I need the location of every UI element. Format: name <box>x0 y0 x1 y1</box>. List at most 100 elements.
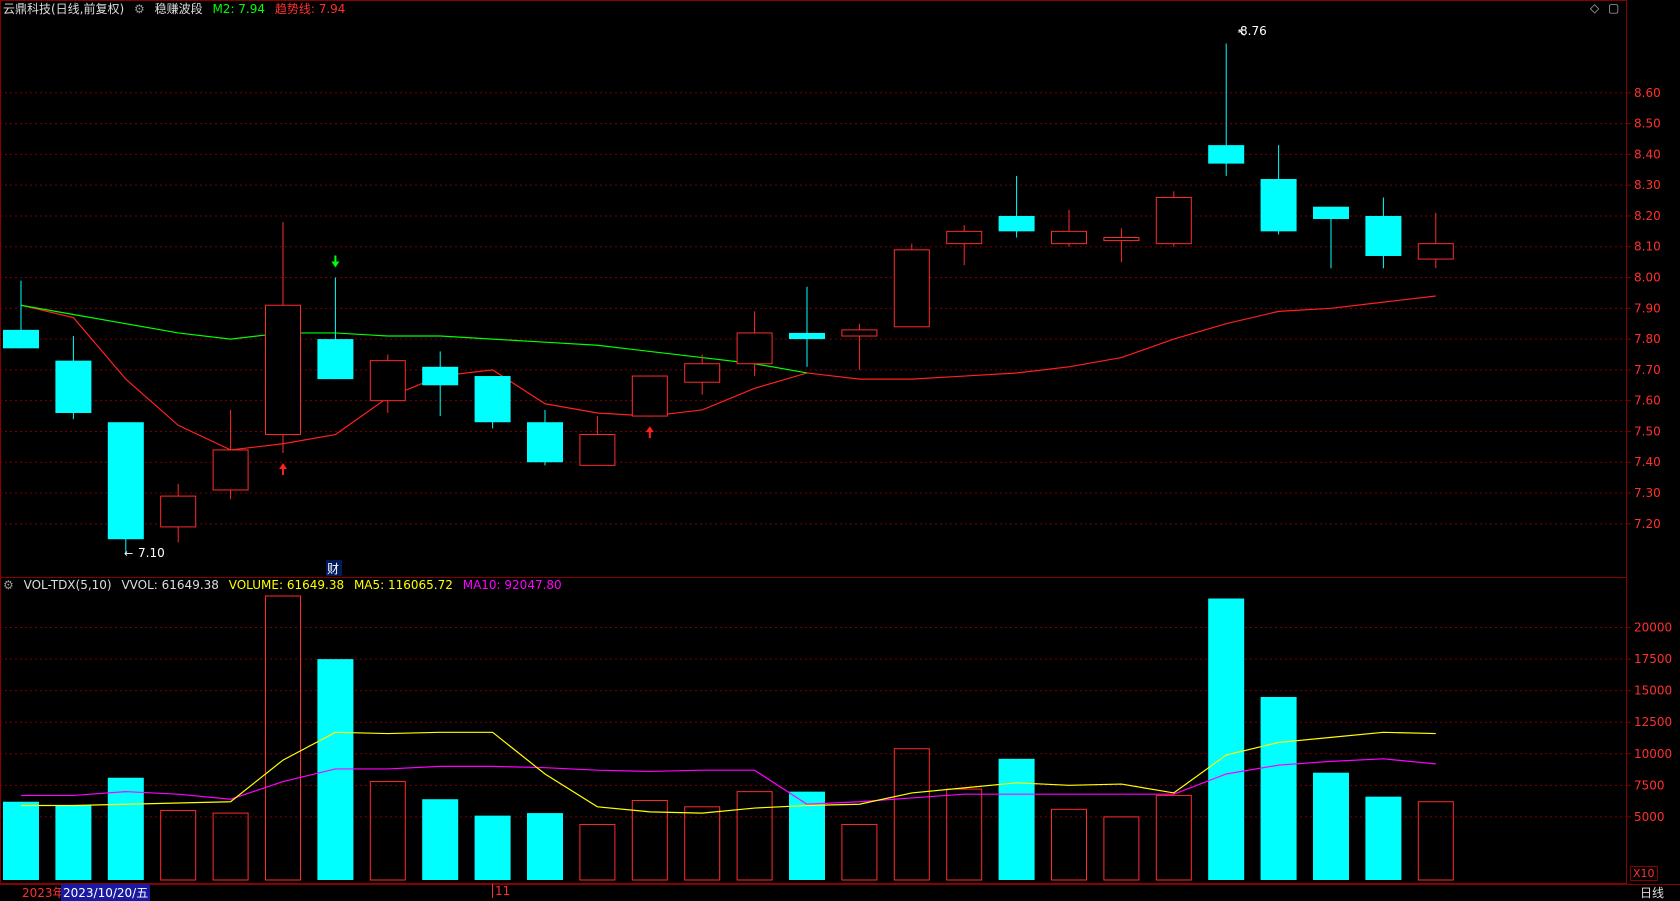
volume-bar <box>160 810 197 881</box>
finance-mark[interactable]: 财 <box>327 562 339 576</box>
trend-line <box>20 295 1436 451</box>
volume-bar <box>317 659 354 880</box>
chart-header: 云鼎科技(日线,前复权) ⚙ 稳赚波段 M2: 7.94 趋势线: 7.94 <box>3 1 351 17</box>
candle-body <box>1260 179 1297 232</box>
volume-indicator-name[interactable]: VOL-TDX(5,10) <box>24 578 112 592</box>
volume-bar <box>1051 808 1087 881</box>
period-label[interactable]: 日线 <box>1640 884 1664 901</box>
candle-body <box>107 422 144 540</box>
candle-body <box>1155 196 1192 245</box>
candle-body <box>474 376 511 423</box>
candle-body <box>684 363 721 383</box>
candle-body <box>736 332 773 365</box>
window-toggle-icon[interactable]: ▢ <box>1608 1 1619 15</box>
volume-bar <box>1365 796 1402 880</box>
price-tick-label: 8.20 <box>1634 209 1661 223</box>
indicator-lines <box>20 295 1436 451</box>
cursor-date: 2023/10/20/五 <box>61 884 151 901</box>
price-tick-label: 8.50 <box>1634 117 1661 131</box>
price-tick-label: 8.10 <box>1634 240 1661 254</box>
indicator-name[interactable]: 稳赚波段 <box>155 2 203 16</box>
candle-body <box>317 339 354 380</box>
price-tick-label: 7.90 <box>1634 301 1661 315</box>
gear-icon[interactable]: ⚙ <box>3 578 14 592</box>
ma5-value: MA5: 116065.72 <box>353 578 453 592</box>
volume-tick-label: 12500 <box>1634 715 1672 729</box>
price-tick-label: 7.40 <box>1634 455 1661 469</box>
candle-body <box>3 329 39 349</box>
candle-body <box>841 329 878 337</box>
volume-bar <box>212 812 249 881</box>
price-tick-label: 8.60 <box>1634 86 1661 100</box>
volume-bar <box>736 791 773 881</box>
vvol-value: VVOL: 61649.38 <box>121 578 219 592</box>
gear-icon[interactable]: ⚙ <box>134 2 145 16</box>
candle-body <box>422 366 459 386</box>
volume-tick-label: 5000 <box>1634 810 1665 824</box>
volume-bar <box>55 805 92 880</box>
volume-bar <box>1208 598 1245 880</box>
month-mark: 11 <box>492 884 510 898</box>
volume-value: VOLUME: 61649.38 <box>228 578 345 592</box>
candle-body <box>946 230 983 245</box>
candle-body <box>160 495 197 528</box>
volume-bar <box>422 799 459 880</box>
candle-body <box>369 360 406 402</box>
volume-tick-label: 7500 <box>1634 778 1665 792</box>
volume-bar <box>1313 772 1349 880</box>
m2-value: M2: 7.94 <box>212 2 266 16</box>
buy-arrow-icon <box>279 463 287 476</box>
candle-body <box>212 449 249 491</box>
volume-tick-label: 17500 <box>1634 652 1672 666</box>
candle-body <box>1365 215 1402 256</box>
volume-bar <box>684 806 721 881</box>
volume-bar <box>1260 696 1297 880</box>
candle-body <box>1051 230 1087 245</box>
volume-bar <box>474 815 511 880</box>
volume-tick-label: 20000 <box>1634 621 1672 635</box>
diamond-icon[interactable]: ◇ <box>1590 1 1599 15</box>
candle-body <box>265 304 301 436</box>
volume-axis: 20000 17500 15000 12500 10000 7500 5000 <box>1626 621 1672 824</box>
price-tick-label: 8.40 <box>1634 147 1661 161</box>
volume-bar <box>579 823 616 881</box>
volume-bar <box>527 813 563 880</box>
volume-bar <box>841 823 878 881</box>
candle-body <box>579 434 616 466</box>
volume-bar <box>1155 794 1192 881</box>
price-tick-label: 7.60 <box>1634 394 1661 408</box>
volume-bar <box>1103 816 1140 881</box>
candle-body <box>55 360 92 413</box>
year-label: 2023年 <box>22 886 65 900</box>
candle-body <box>527 422 563 463</box>
volume-unit: X10 <box>1630 866 1658 881</box>
candle-body <box>1103 237 1140 242</box>
candle-body <box>998 215 1035 232</box>
candle-body <box>631 375 668 417</box>
ma10-value: MA10: 92047.80 <box>462 578 562 592</box>
volume-bar <box>3 801 39 880</box>
candle-body <box>893 249 930 328</box>
stock-title[interactable]: 云鼎科技(日线,前复权) <box>3 2 124 16</box>
candle-body <box>1208 145 1245 164</box>
trend-value: 趋势线: 7.94 <box>274 2 346 16</box>
price-tick-label: 7.50 <box>1634 424 1661 438</box>
price-axis: 8.60 8.50 8.40 8.30 8.20 8.10 8.00 7.90 7.80 7.70… <box>1626 86 1661 531</box>
price-tick-label: 8.00 <box>1634 271 1661 285</box>
price-tick-label: 7.20 <box>1634 517 1661 531</box>
volume-bars <box>3 595 1454 881</box>
price-tick-label: 7.30 <box>1634 486 1661 500</box>
volume-bar <box>893 748 930 881</box>
sell-arrow-icon <box>331 255 340 268</box>
price-panel-border <box>0 0 1627 578</box>
price-tick-label: 7.80 <box>1634 332 1661 346</box>
volume-bar <box>369 781 406 881</box>
buy-arrow-icon <box>645 426 654 439</box>
min-price-label: 7.10 <box>138 546 165 560</box>
volume-grid-lines <box>0 627 1626 818</box>
volume-bar <box>265 595 301 881</box>
max-price-arrow-icon: ↖ <box>1237 26 1246 39</box>
volume-bar <box>1417 801 1454 881</box>
chart-canvas[interactable]: 8.60 8.50 8.40 8.30 8.20 8.10 8.00 7.90 7.80 7.70… <box>0 0 1680 899</box>
price-tick-label: 7.70 <box>1634 363 1661 377</box>
